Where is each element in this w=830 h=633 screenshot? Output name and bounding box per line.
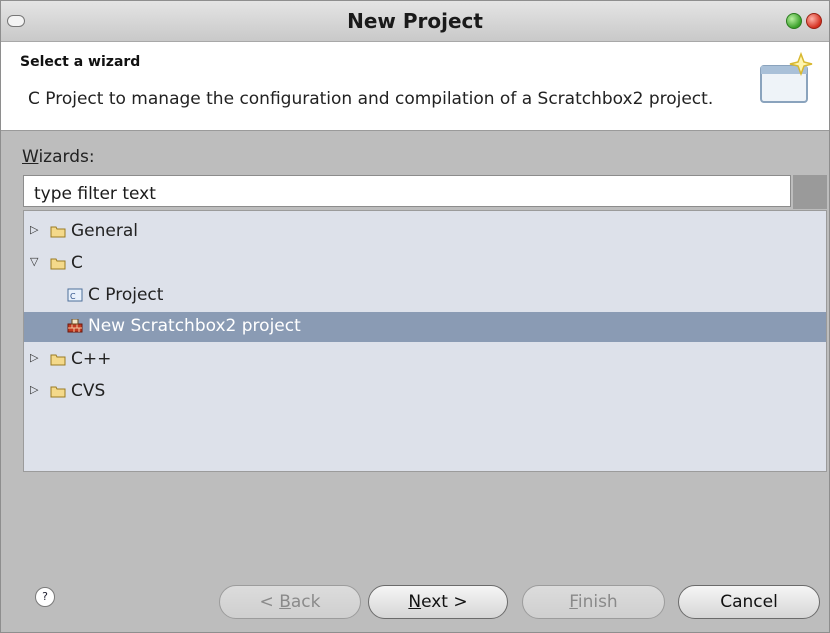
collapsed-arrow-icon[interactable]: ▷ bbox=[30, 223, 38, 236]
svg-text:C: C bbox=[70, 292, 76, 301]
header-title: Select a wizard bbox=[20, 54, 141, 70]
tree-item-label: New Scratchbox2 project bbox=[88, 316, 301, 336]
collapsed-arrow-icon[interactable]: ▷ bbox=[30, 351, 38, 364]
tree-item-label: CVS bbox=[71, 381, 106, 401]
tree-item-cpp[interactable]: ▷ C++ bbox=[24, 345, 826, 375]
maximize-button[interactable] bbox=[786, 13, 802, 29]
finish-mnemonic: F bbox=[569, 592, 578, 612]
new-project-dialog: New Project Select a wizard C Project to… bbox=[0, 0, 830, 633]
back-prefix: < bbox=[259, 592, 280, 612]
tree-item-label: General bbox=[71, 221, 138, 241]
folder-icon bbox=[50, 226, 66, 238]
next-button[interactable]: Next > bbox=[368, 585, 508, 619]
filter-input[interactable] bbox=[23, 175, 791, 207]
header-description: C Project to manage the configuration an… bbox=[28, 89, 714, 109]
finish-button[interactable]: Finish bbox=[522, 585, 665, 619]
wizards-label: Wizards: bbox=[22, 147, 95, 167]
wizard-banner-icon bbox=[760, 52, 813, 103]
c-project-icon: C bbox=[67, 288, 83, 302]
collapsed-arrow-icon[interactable]: ▷ bbox=[30, 383, 38, 396]
filter-clear-area bbox=[793, 175, 827, 209]
window-title: New Project bbox=[347, 9, 483, 33]
tree-item-cvs[interactable]: ▷ CVS bbox=[24, 377, 826, 407]
tree-item-general[interactable]: ▷ General bbox=[24, 217, 826, 247]
next-mnemonic: N bbox=[408, 592, 422, 612]
tree-item-label: C++ bbox=[71, 349, 112, 369]
tree-item-label: C bbox=[71, 253, 83, 273]
tree-item-c[interactable]: ▽ C bbox=[24, 249, 826, 279]
wizard-header: Select a wizard C Project to manage the … bbox=[1, 42, 829, 131]
back-rest: ack bbox=[290, 592, 321, 612]
wizards-label-mnemonic: W bbox=[22, 147, 39, 167]
wizard-tree[interactable]: ▷ General ▽ C C C Project New Scratchbox… bbox=[23, 210, 827, 472]
next-rest: ext > bbox=[421, 592, 468, 612]
tree-item-new-scratchbox2-project[interactable]: New Scratchbox2 project bbox=[24, 312, 826, 342]
back-button[interactable]: < Back bbox=[219, 585, 361, 619]
cancel-button[interactable]: Cancel bbox=[678, 585, 820, 619]
close-button[interactable] bbox=[806, 13, 822, 29]
title-bar: New Project bbox=[1, 1, 829, 42]
back-mnemonic: B bbox=[279, 592, 291, 612]
expanded-arrow-icon[interactable]: ▽ bbox=[30, 255, 38, 268]
finish-rest: inish bbox=[577, 592, 618, 612]
help-icon[interactable]: ? bbox=[35, 587, 55, 607]
folder-icon bbox=[50, 258, 66, 270]
scratchbox-icon bbox=[67, 319, 83, 333]
folder-icon bbox=[50, 386, 66, 398]
tree-item-label: C Project bbox=[88, 285, 164, 305]
folder-icon bbox=[50, 354, 66, 366]
wizards-label-text: izards: bbox=[38, 147, 95, 167]
tree-item-c-project[interactable]: C C Project bbox=[24, 281, 826, 311]
